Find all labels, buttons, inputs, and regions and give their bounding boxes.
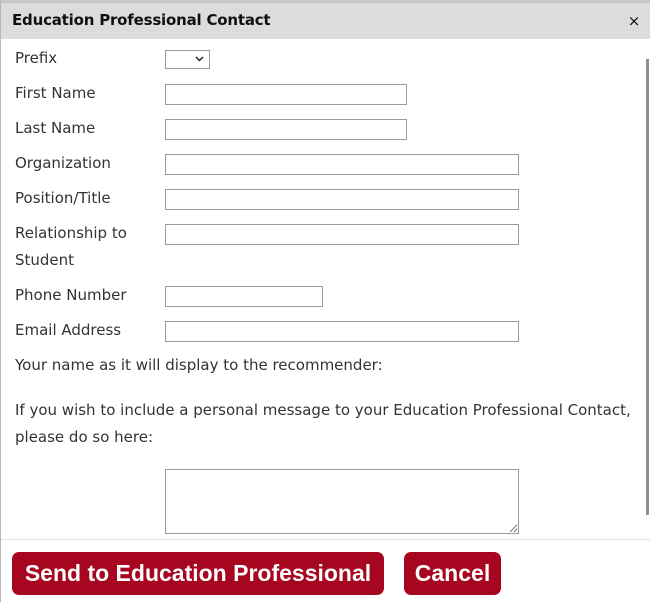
phone-number-input[interactable] [165, 286, 323, 307]
dialog-body: Prefix First Name Last Name Organization… [1, 39, 650, 539]
close-icon[interactable]: × [626, 12, 642, 30]
dialog-title: Education Professional Contact [12, 11, 271, 29]
education-contact-dialog: Education Professional Contact × Prefix … [0, 0, 650, 603]
last-name-input[interactable] [165, 119, 407, 140]
organization-input[interactable] [165, 154, 519, 175]
position-title-label: Position/Title [15, 189, 111, 207]
personal-message-textarea[interactable] [165, 469, 519, 534]
email-address-label: Email Address [15, 321, 122, 339]
first-name-input[interactable] [165, 84, 407, 105]
display-name-text: Your name as it will display to the reco… [15, 356, 383, 374]
relationship-input[interactable] [165, 224, 519, 245]
message-prompt-line1: If you wish to include a personal messag… [15, 401, 631, 419]
position-title-input[interactable] [165, 189, 519, 210]
prefix-label: Prefix [15, 49, 58, 67]
relationship-label-line1: Relationship to [15, 224, 127, 242]
email-address-input[interactable] [165, 321, 519, 342]
scrollbar[interactable] [646, 59, 649, 515]
phone-number-label: Phone Number [15, 286, 127, 304]
chevron-down-icon [195, 52, 204, 68]
last-name-label: Last Name [15, 119, 96, 137]
message-prompt-line2: please do so here: [15, 428, 154, 446]
dialog-footer: Send to Education Professional Cancel [1, 539, 650, 603]
first-name-label: First Name [15, 84, 96, 102]
dialog-titlebar: Education Professional Contact × [1, 1, 650, 39]
prefix-select[interactable] [165, 50, 210, 69]
send-to-education-professional-button[interactable]: Send to Education Professional [12, 552, 384, 595]
cancel-button[interactable]: Cancel [404, 552, 501, 595]
organization-label: Organization [15, 154, 111, 172]
relationship-label-line2: Student [15, 251, 75, 269]
